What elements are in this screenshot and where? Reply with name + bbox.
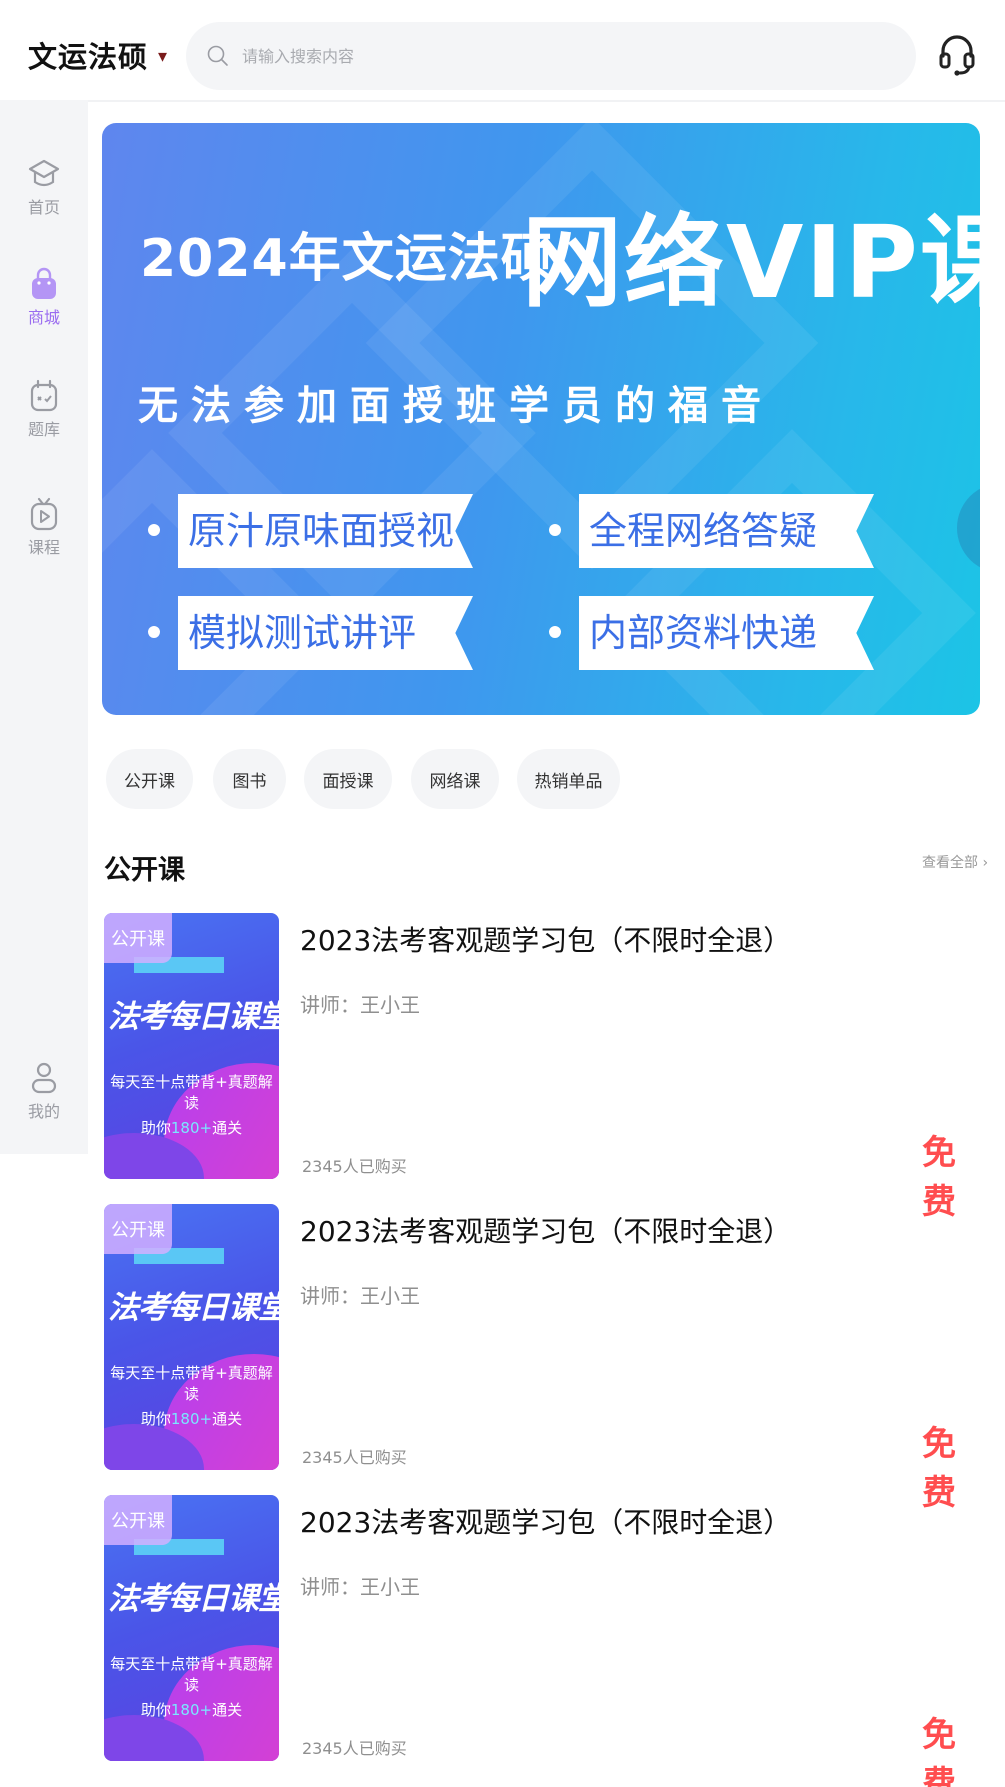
banner-feature-label: 内部资料快递 xyxy=(589,611,818,655)
course-badge: 公开课 xyxy=(104,1204,172,1254)
course-title: 2023法考客观题学习包（不限时全退） xyxy=(300,924,792,957)
question-bank-icon xyxy=(30,379,58,412)
tab-public-course[interactable]: 公开课 xyxy=(106,749,193,809)
tab-online[interactable]: 网络课 xyxy=(411,749,499,809)
thumb-line: 每天至十点带背+真题解读 xyxy=(110,1364,273,1403)
course-title: 2023法考客观题学习包（不限时全退） xyxy=(300,1215,792,1248)
banner-title-main: 网络VIP课程 xyxy=(522,204,980,321)
course-card[interactable]: 公开课 法考每日课堂 每天至十点带背+真题解读 助你180+通关 2023法考客… xyxy=(104,913,984,1222)
course-buyers: 2345人已购买 xyxy=(302,1448,407,1467)
course-card[interactable]: 公开课 法考每日课堂 每天至十点带背+真题解读 助你180+通关 2023法考客… xyxy=(104,1204,984,1513)
chevron-down-icon: ▾ xyxy=(158,45,169,67)
thumb-line: 助你180+通关 xyxy=(140,1119,243,1137)
view-all-link[interactable]: 查看全部 › xyxy=(922,852,988,872)
sidebar-item-label: 课程 xyxy=(27,538,60,557)
course-teacher: 讲师：王小王 xyxy=(300,993,420,1017)
course-buyers: 2345人已购买 xyxy=(302,1157,407,1176)
banner-feature: 模拟测试讲评 xyxy=(178,596,473,670)
banner-feature: 原汁原味面授视频 xyxy=(178,494,473,568)
bullet-dot xyxy=(148,524,160,536)
banner-subtitle: 无法参加面授班学员的福音 xyxy=(138,383,774,429)
sidebar: 首页 商城 题库 课程 我的 xyxy=(0,100,88,1154)
sidebar-item-mine[interactable]: 我的 xyxy=(0,1060,88,1122)
sidebar-item-label: 商城 xyxy=(27,308,60,327)
sidebar-item-courses[interactable]: 课程 xyxy=(0,496,88,558)
thumb-heading: 法考每日课堂 xyxy=(108,1581,279,1617)
course-teacher: 讲师：王小王 xyxy=(300,1575,420,1599)
tab-best-sellers[interactable]: 热销单品 xyxy=(517,749,620,809)
course-thumbnail: 公开课 法考每日课堂 每天至十点带背+真题解读 助你180+通关 xyxy=(104,1204,279,1470)
brand-switcher[interactable]: 文运法硕 ▾ xyxy=(28,34,168,76)
course-thumbnail: 公开课 法考每日课堂 每天至十点带背+真题解读 助你180+通关 xyxy=(104,913,279,1179)
course-badge: 公开课 xyxy=(104,1495,172,1545)
graduation-cap-icon xyxy=(28,159,60,187)
thumb-line: 助你180+通关 xyxy=(140,1410,243,1428)
sidebar-item-mall[interactable]: 商城 xyxy=(0,266,88,328)
course-badge: 公开课 xyxy=(104,913,172,963)
shopping-bag-icon xyxy=(32,267,56,299)
thumb-line: 每天至十点带背+真题解读 xyxy=(110,1655,273,1694)
banner-feature-label: 模拟测试讲评 xyxy=(188,611,417,655)
thumb-line: 每天至十点带背+真题解读 xyxy=(110,1073,273,1112)
bullet-dot xyxy=(549,524,561,536)
customer-service-icon[interactable] xyxy=(938,34,976,76)
course-title: 2023法考客观题学习包（不限时全退） xyxy=(300,1506,792,1539)
tv-play-icon xyxy=(30,497,58,531)
brand-name: 文运法硕 xyxy=(28,40,149,74)
sidebar-item-label: 我的 xyxy=(27,1102,60,1121)
banner-feature: 全程网络答疑 xyxy=(579,494,874,568)
course-teacher: 讲师：王小王 xyxy=(300,1284,420,1308)
bullet-dot xyxy=(549,626,561,638)
thumb-heading: 法考每日课堂 xyxy=(108,999,279,1035)
sidebar-item-label: 题库 xyxy=(27,420,60,439)
search-icon xyxy=(207,45,228,66)
bullet-dot xyxy=(148,626,160,638)
sidebar-item-home[interactable]: 首页 xyxy=(0,156,88,218)
sidebar-item-question-bank[interactable]: 题库 xyxy=(0,378,88,440)
course-card[interactable]: 公开课 法考每日课堂 每天至十点带背+真题解读 助你180+通关 2023法考客… xyxy=(104,1495,984,1787)
course-price: 免费 xyxy=(922,1715,956,1787)
banner-feature-label: 全程网络答疑 xyxy=(589,509,818,553)
sidebar-item-label: 首页 xyxy=(27,198,60,217)
section-title: 公开课 xyxy=(104,855,185,886)
search-bar[interactable] xyxy=(186,22,916,90)
user-icon xyxy=(31,1062,57,1094)
banner-title-prefix: 2024年文运法硕 xyxy=(140,229,554,289)
course-buyers: 2345人已购买 xyxy=(302,1739,407,1758)
tab-books[interactable]: 图书 xyxy=(213,749,286,809)
course-thumbnail: 公开课 法考每日课堂 每天至十点带背+真题解读 助你180+通关 xyxy=(104,1495,279,1761)
tab-in-person[interactable]: 面授课 xyxy=(304,749,392,809)
thumb-heading: 法考每日课堂 xyxy=(108,1290,279,1326)
thumb-line: 助你180+通关 xyxy=(140,1701,243,1719)
search-input[interactable] xyxy=(242,46,862,66)
top-header: 文运法硕 ▾ xyxy=(0,0,1005,100)
banner-decoration xyxy=(957,483,980,573)
banner-feature: 内部资料快递 xyxy=(579,596,874,670)
promo-banner[interactable]: 2024年文运法硕 网络VIP课程 无法参加面授班学员的福音 原汁原味面授视频 … xyxy=(102,123,980,715)
